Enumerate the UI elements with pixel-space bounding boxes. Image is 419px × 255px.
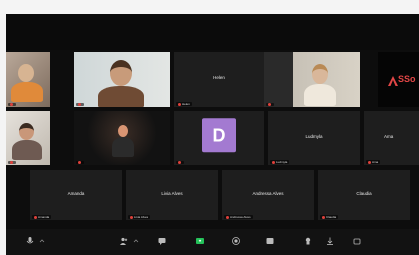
mic-muted-icon [34, 215, 37, 219]
mic-muted-icon [368, 160, 371, 164]
participant-tile[interactable]: D [174, 111, 264, 165]
person-body [12, 140, 42, 160]
participant-tile-active-speaker[interactable] [264, 52, 360, 107]
participant-display-name: Amanda [67, 191, 85, 196]
mic-muted-icon [10, 161, 13, 164]
participant-avatar: D [202, 118, 236, 153]
participant-name: Ama [372, 160, 379, 164]
mic-muted-icon [178, 102, 181, 106]
chat-icon[interactable] [156, 235, 168, 247]
mic-muted-icon [10, 103, 13, 106]
mic-muted-icon [268, 103, 271, 106]
brand-logo-text: SSo [398, 74, 416, 84]
share-screen-icon[interactable] [194, 235, 206, 247]
participants-icon[interactable] [118, 235, 130, 247]
participant-label [8, 103, 16, 106]
person-body [98, 86, 144, 107]
participant-display-name: Helen [213, 75, 225, 81]
participant-tile[interactable]: Ama Ama [364, 111, 419, 165]
participant-name: Claudia [326, 215, 337, 219]
person-face [118, 125, 128, 137]
mic-muted-icon [78, 161, 81, 164]
mic-muted-icon [78, 103, 81, 106]
participant-tile[interactable] [74, 52, 170, 107]
participant-tile[interactable]: Ludmyla Ludmyla [268, 111, 360, 165]
participant-tile[interactable]: Livia Alves Livia Alves [126, 170, 218, 220]
participant-label: Amanda [32, 215, 52, 219]
participant-display-name: Ludmyla [305, 133, 323, 139]
chevron-up-icon[interactable] [36, 235, 48, 247]
participant-tile[interactable]: Andressa Alves Andressa Alves [222, 170, 314, 220]
reactions-icon[interactable] [264, 235, 276, 247]
brand-logo-icon [388, 76, 398, 86]
participant-label: Helen [176, 102, 192, 106]
mic-muted-icon [178, 161, 181, 164]
person-face [18, 64, 34, 82]
person-face [19, 123, 34, 140]
photo-frame: Helen Helen SSo D Ludmyla Ludmyla Ama Am… [0, 0, 419, 255]
participant-label: Ludmyla [270, 160, 290, 164]
participant-tile[interactable] [74, 111, 170, 165]
participant-label: Andressa Alves [224, 215, 253, 219]
participant-name: Amanda [38, 215, 50, 219]
participant-label [176, 161, 184, 164]
whiteboard-icon[interactable] [324, 235, 336, 247]
microphone-icon[interactable] [24, 235, 36, 247]
person-body [304, 84, 336, 106]
mic-muted-icon [322, 215, 325, 219]
chevron-up-icon[interactable] [130, 235, 142, 247]
participant-label [8, 161, 16, 164]
meeting-toolbar [6, 229, 419, 255]
apps-icon[interactable] [302, 235, 314, 247]
mic-muted-icon [130, 215, 133, 219]
participant-tile[interactable]: Claudia Claudia [318, 170, 410, 220]
person-face [312, 64, 328, 84]
participant-label: Claudia [320, 215, 339, 219]
participant-display-name: Ama [384, 133, 394, 139]
participant-display-name: Claudia [356, 191, 372, 196]
more-icon[interactable] [351, 235, 363, 247]
top-bar [6, 14, 419, 50]
participant-display-name: Livia Alves [161, 191, 183, 196]
participant-tile[interactable]: Helen Helen [174, 52, 264, 107]
participant-name: Ludmyla [276, 160, 288, 164]
participant-label [266, 103, 274, 106]
person-body [112, 137, 134, 157]
zoom-meeting-window: Helen Helen SSo D Ludmyla Ludmyla Ama Am… [6, 14, 419, 255]
participant-display-name: Andressa Alves [252, 191, 284, 196]
participant-tile[interactable] [6, 52, 50, 107]
person-face [110, 60, 132, 86]
participant-tile[interactable]: Amanda Amanda [30, 170, 122, 220]
participant-label: Livia Alves [128, 215, 151, 219]
participant-name: Helen [182, 102, 190, 106]
participant-label [76, 103, 84, 106]
participant-tile[interactable]: SSo [378, 52, 419, 107]
person-body [11, 82, 43, 102]
mic-muted-icon [226, 215, 229, 219]
record-icon[interactable] [230, 235, 242, 247]
participant-label [76, 161, 84, 164]
mic-muted-icon [272, 160, 275, 164]
participant-name: Livia Alves [134, 215, 149, 219]
participant-name: Andressa Alves [230, 215, 251, 219]
participant-label: Ama [366, 160, 381, 164]
participant-tile[interactable] [6, 111, 50, 165]
